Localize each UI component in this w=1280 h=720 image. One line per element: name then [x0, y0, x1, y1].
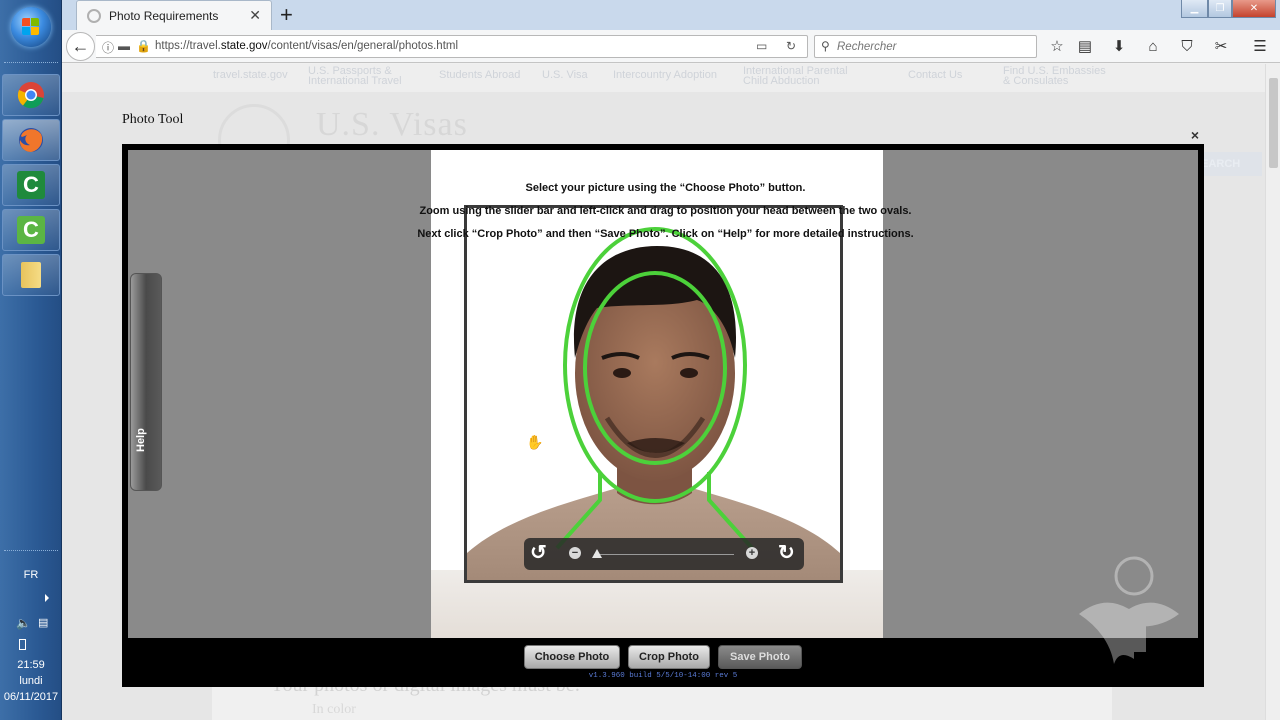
windows-taskbar: C C FR 🔈 ▤ 21:59 lundi 06/11/2017 — [0, 0, 62, 720]
rotate-right-icon[interactable]: ↻ — [778, 541, 795, 565]
new-tab-icon[interactable]: + — [280, 2, 293, 28]
windows-logo-icon — [22, 18, 40, 36]
rotate-left-icon[interactable]: ↺ — [530, 541, 547, 565]
instruction-line-1: Select your picture using the “Choose Ph… — [525, 182, 806, 194]
start-button[interactable] — [11, 7, 51, 47]
firefox-window: Photo Requirements ✕ + ▁ ❐ ✕ ← ⓘ ▬ 🔒 htt… — [62, 0, 1280, 720]
minimize-button[interactable]: ▁ — [1181, 0, 1208, 18]
content-list-item: In color — [312, 702, 356, 717]
taskbar-grip — [4, 62, 58, 65]
back-arrow-icon: ← — [71, 36, 90, 56]
nav-us-visa[interactable]: U.S. Visa — [542, 70, 588, 81]
clock-day[interactable]: lundi — [0, 675, 62, 687]
menu-icon[interactable]: ☰ — [1250, 37, 1270, 57]
tab-title: Photo Requirements — [109, 9, 219, 23]
scrollbar-thumb[interactable] — [1269, 78, 1278, 168]
show-hidden-icons-icon[interactable] — [45, 594, 49, 602]
url-bar[interactable]: ⓘ ▬ 🔒 https://travel.state.gov/content/v… — [96, 35, 808, 58]
taskbar-grip-bottom — [4, 550, 58, 553]
version-text: v1.3.960 build 5/5/10-14:00 rev 5 — [588, 672, 738, 680]
nav-students-abroad[interactable]: Students Abroad — [439, 70, 520, 81]
help-label: Help — [135, 428, 147, 452]
network-icon[interactable]: ▤ — [38, 616, 48, 629]
crop-frame[interactable] — [464, 205, 843, 583]
nav-intercountry-adoption[interactable]: Intercountry Adoption — [613, 70, 717, 81]
tab-strip: Photo Requirements ✕ + ▁ ❐ ✕ — [62, 0, 1280, 30]
maximize-button[interactable]: ❐ — [1208, 0, 1232, 18]
photo-tool-title: Photo Tool — [122, 112, 184, 127]
site-nav: travel.state.gov U.S. Passports & Intern… — [62, 64, 1265, 92]
bookmarks-list-icon[interactable]: ▤ — [1075, 37, 1095, 57]
page-scrollbar[interactable] — [1265, 64, 1280, 720]
reader-view-icon[interactable]: ▭ — [756, 39, 767, 53]
zoom-slider[interactable] — [591, 549, 734, 558]
zoom-in-icon[interactable]: + — [746, 547, 758, 559]
camtasia-icon: C — [17, 171, 45, 199]
nav-find-embassies[interactable]: Find U.S. Embassies & Consulates — [1003, 66, 1106, 87]
save-photo-button[interactable]: Save Photo — [718, 645, 802, 669]
nav-travel-state-gov[interactable]: travel.state.gov — [213, 70, 288, 81]
taskbar-chrome[interactable] — [2, 74, 60, 116]
reload-icon[interactable]: ↻ — [786, 39, 796, 53]
clock-date[interactable]: 06/11/2017 — [0, 691, 62, 703]
nav-contact-us[interactable]: Contact Us — [908, 70, 962, 81]
taskbar-firefox[interactable] — [2, 119, 60, 161]
site-title: U.S. Visas — [316, 106, 468, 143]
home-icon[interactable]: ⌂ — [1143, 37, 1163, 57]
site-header: U.S. Visas SEARCH — [212, 92, 1262, 176]
loading-favicon-icon — [87, 9, 101, 23]
search-input[interactable] — [837, 38, 1033, 55]
instruction-line-3: Next click “Crop Photo” and then “Save P… — [417, 228, 914, 240]
page-icon: ▬ — [118, 39, 130, 53]
nav-child-abduction[interactable]: International Parental Child Abduction — [743, 66, 848, 87]
search-bar[interactable]: ⚲ — [814, 35, 1037, 58]
modal-close-button[interactable]: × — [1188, 128, 1202, 142]
help-tab[interactable]: Help — [130, 273, 162, 491]
photo-stage: Help Select your picture using the “Choo… — [128, 150, 1198, 638]
taskbar-camtasia-recorder[interactable]: C — [2, 209, 60, 251]
hand-cursor-icon: ✋ — [526, 434, 544, 450]
downloads-icon[interactable]: ⬇ — [1109, 37, 1129, 57]
pocket-icon[interactable]: ⛉ — [1177, 37, 1197, 57]
crop-photo-button[interactable]: Crop Photo — [628, 645, 710, 669]
navigation-toolbar: ← ⓘ ▬ 🔒 https://travel.state.gov/content… — [62, 30, 1280, 63]
lock-icon[interactable]: 🔒 — [136, 39, 151, 53]
instructions: Select your picture using the “Choose Ph… — [408, 177, 923, 246]
choose-photo-button[interactable]: Choose Photo — [524, 645, 620, 669]
clock-time[interactable]: 21:59 — [0, 659, 62, 671]
battery-icon[interactable] — [19, 639, 26, 650]
window-close-button[interactable]: ✕ — [1232, 0, 1276, 18]
info-icon[interactable]: ⓘ — [102, 39, 114, 56]
back-button[interactable]: ← — [66, 32, 95, 61]
url-text[interactable]: https://travel.state.gov/content/visas/e… — [155, 40, 458, 52]
zoom-controls: ↺ − + ↻ — [524, 538, 804, 570]
zoom-slider-thumb[interactable] — [591, 549, 602, 558]
zoom-out-icon[interactable]: − — [569, 547, 581, 559]
uploaded-photo[interactable] — [467, 208, 840, 580]
photo-tool-buttons: Choose Photo Crop Photo Save Photo — [122, 642, 1204, 672]
nav-passports[interactable]: U.S. Passports & International Travel — [308, 66, 402, 87]
instruction-line-2: Zoom using the slider bar and left-click… — [419, 205, 912, 217]
volume-icon[interactable]: 🔈 — [16, 616, 31, 630]
search-icon: ⚲ — [821, 39, 830, 53]
firefox-icon — [19, 128, 43, 152]
camtasia-recorder-icon: C — [17, 216, 45, 244]
tab-photo-requirements[interactable]: Photo Requirements ✕ — [76, 0, 272, 30]
taskbar-explorer[interactable] — [2, 254, 60, 296]
language-indicator[interactable]: FR — [0, 569, 62, 581]
page-content: travel.state.gov U.S. Passports & Intern… — [62, 64, 1265, 720]
chrome-icon — [17, 82, 44, 109]
bookmark-star-icon[interactable]: ☆ — [1047, 37, 1067, 57]
screenshot-icon[interactable]: ✂ — [1211, 37, 1231, 57]
tab-close-icon[interactable]: ✕ — [249, 7, 261, 24]
photo-tool-modal: Help Select your picture using the “Choo… — [122, 144, 1204, 687]
great-seal-watermark-icon — [1079, 556, 1179, 664]
taskbar-camtasia[interactable]: C — [2, 164, 60, 206]
folder-icon — [21, 262, 41, 288]
